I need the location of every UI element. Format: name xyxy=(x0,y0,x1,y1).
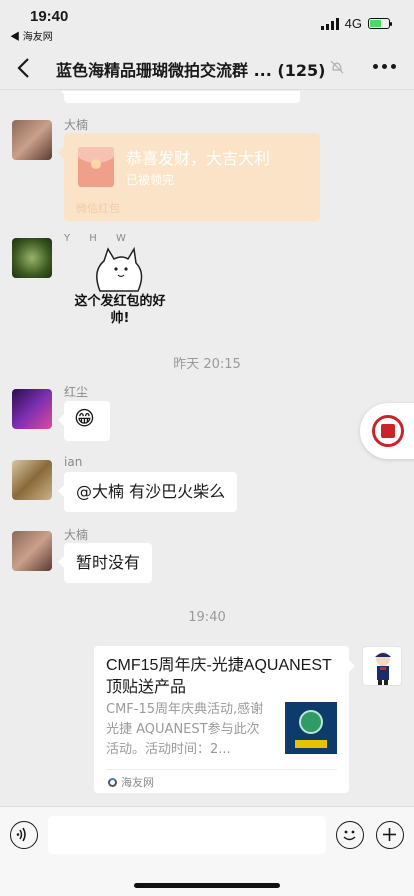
red-packet-card[interactable]: 恭喜发财，大吉大利 已被领完 微信红包 xyxy=(58,133,320,221)
status-bar: 19:40 ◀ 海友网 4G xyxy=(0,0,414,46)
text-message-bubble[interactable]: 暂时没有 xyxy=(57,543,153,583)
message-text: @大楠 有沙巴火柴么 xyxy=(76,482,226,501)
text-message-bubble[interactable]: @大楠 有沙巴火柴么 xyxy=(57,472,238,512)
floating-action-button[interactable] xyxy=(360,403,414,459)
red-packet-title: 恭喜发财，大吉大利 xyxy=(126,149,271,168)
grin-emoji-icon: 😁 xyxy=(74,406,95,430)
plus-icon xyxy=(383,828,396,841)
avatar[interactable] xyxy=(12,389,52,429)
source-name: 海友网 xyxy=(121,776,154,789)
voice-input-button[interactable] xyxy=(10,821,38,849)
emoji-message-bubble[interactable]: 😁 xyxy=(58,401,110,441)
timestamp: 昨天 20:15 xyxy=(173,357,241,372)
chat-title: 蓝色海精品珊瑚微拍交流群 ... (125) xyxy=(56,61,326,80)
cartoon-avatar-icon xyxy=(375,652,391,685)
partial-message-bubble[interactable] xyxy=(58,91,300,103)
battery-icon xyxy=(368,18,392,29)
network-label: 4G xyxy=(344,16,362,31)
my-avatar[interactable] xyxy=(362,646,402,686)
shared-link-source: 海友网 xyxy=(108,774,154,790)
message-text-input[interactable] xyxy=(48,816,326,854)
sender-name: ian xyxy=(64,455,83,469)
avatar[interactable] xyxy=(12,531,52,571)
red-packet-icon xyxy=(78,147,114,187)
back-to-app-link[interactable]: ◀ 海友网 xyxy=(10,28,53,43)
sticker-image[interactable]: 这个发红包的好帅! xyxy=(70,241,170,331)
avatar[interactable] xyxy=(12,238,52,278)
seal-icon xyxy=(372,415,404,447)
red-packet-footer: 微信红包 xyxy=(76,202,120,215)
more-functions-button[interactable] xyxy=(376,821,404,849)
shared-link-description: CMF-15周年庆典活动,感谢光捷 AQUANEST参与此次活动。活动时间：2.… xyxy=(106,702,264,757)
source-logo-icon xyxy=(108,777,117,787)
status-time: 19:40 xyxy=(30,8,69,25)
shared-link-thumbnail xyxy=(285,702,337,754)
status-indicators: 4G xyxy=(320,16,392,31)
avatar[interactable] xyxy=(12,120,52,160)
voice-icon xyxy=(16,827,26,842)
back-arrow-icon[interactable] xyxy=(14,55,34,81)
more-options-icon[interactable] xyxy=(373,64,396,69)
sticker-caption: 这个发红包的好帅! xyxy=(74,294,166,326)
red-packet-status: 已被领完 xyxy=(126,173,175,187)
shared-link-card[interactable]: CMF15周年庆-光捷AQUANEST顶贴送产品 CMF-15周年庆典活动,感谢… xyxy=(94,646,355,793)
emoji-button[interactable] xyxy=(336,821,364,849)
cat-sticker-icon xyxy=(96,246,143,292)
sender-name: 大楠 xyxy=(64,118,89,132)
message-text: 暂时没有 xyxy=(76,553,141,572)
mute-bell-icon xyxy=(330,60,344,74)
sender-name: 大楠 xyxy=(64,528,89,542)
timestamp: 19:40 xyxy=(188,610,226,625)
chat-messages[interactable]: 大楠 恭喜发财，大吉大利 已被领完 微信红包 Y H W 这个发红包的好帅! 昨… xyxy=(0,91,414,806)
card-divider xyxy=(106,769,337,770)
message-input-bar xyxy=(0,806,414,896)
sender-name: 红尘 xyxy=(64,385,89,399)
home-indicator[interactable] xyxy=(134,883,280,888)
shared-link-title: CMF15周年庆-光捷AQUANEST顶贴送产品 xyxy=(106,657,332,696)
signal-icon xyxy=(320,17,339,30)
avatar[interactable] xyxy=(12,460,52,500)
chat-header: 蓝色海精品珊瑚微拍交流群 ... (125) xyxy=(0,46,414,90)
smiley-icon xyxy=(343,830,356,841)
